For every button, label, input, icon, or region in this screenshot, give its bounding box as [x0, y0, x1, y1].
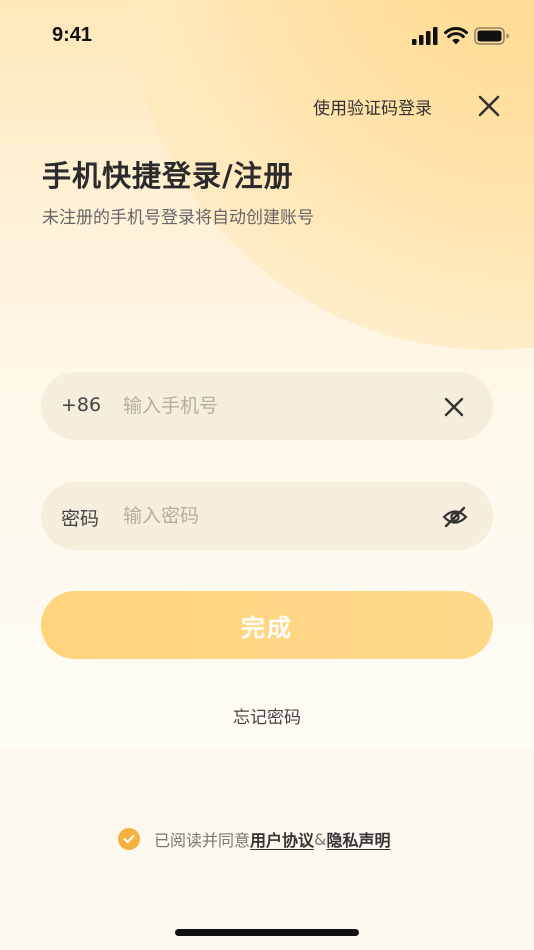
password-field[interactable]: 密码	[41, 482, 493, 550]
phone-field[interactable]: +86	[41, 372, 493, 440]
signal-icon	[412, 27, 438, 45]
clear-icon[interactable]	[443, 396, 465, 418]
forgot-password-link[interactable]: 忘记密码	[0, 703, 534, 728]
user-agreement-link[interactable]: 用户协议	[250, 827, 314, 851]
agreement-text: 已阅读并同意	[154, 831, 251, 850]
status-time: 9:41	[52, 24, 93, 46]
agreement-separator: &	[314, 829, 327, 849]
home-indicator	[175, 929, 359, 936]
password-label: 密码	[61, 508, 100, 530]
phone-input[interactable]	[123, 388, 423, 424]
background	[0, 0, 534, 950]
switch-to-code-login-link[interactable]: 使用验证码登录	[313, 94, 432, 119]
battery-icon	[474, 27, 509, 45]
eye-off-icon[interactable]	[441, 504, 469, 530]
close-icon[interactable]	[476, 93, 502, 119]
country-code-prefix[interactable]: +86	[61, 394, 101, 416]
check-icon	[123, 835, 135, 843]
agreement-checkbox[interactable]	[118, 828, 140, 850]
page-subtitle: 未注册的手机号登录将自动创建账号	[42, 208, 314, 228]
privacy-policy-link[interactable]: 隐私声明	[327, 827, 391, 851]
page-title: 手机快捷登录/注册	[42, 159, 294, 193]
wifi-icon	[444, 27, 468, 45]
agreement-row: 已阅读并同意 用户协议 & 隐私声明	[118, 826, 391, 852]
submit-button[interactable]: 完成	[41, 591, 493, 659]
password-input[interactable]	[123, 498, 423, 534]
status-bar: 9:41	[0, 0, 534, 75]
